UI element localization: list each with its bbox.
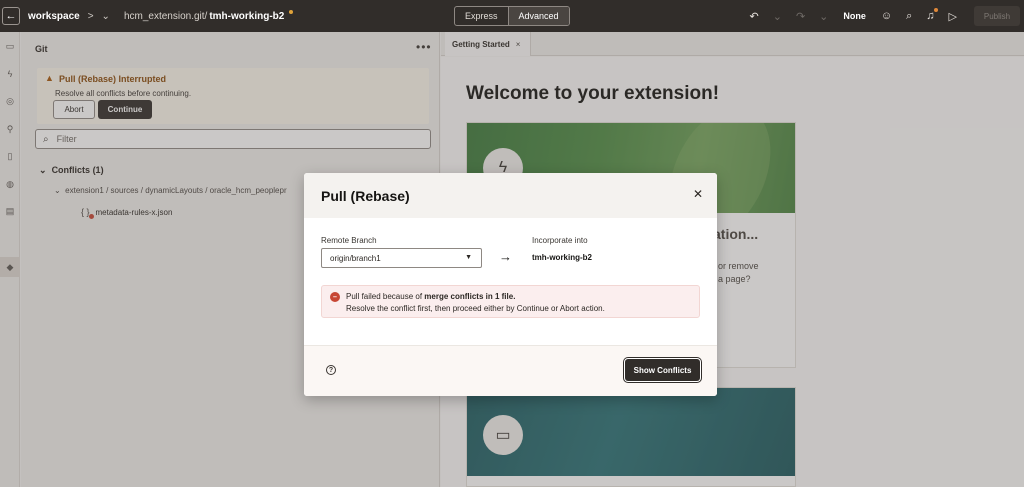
remote-branch-label: Remote Branch	[321, 236, 377, 245]
close-icon[interactable]: ✕	[693, 187, 703, 201]
publish-button[interactable]: Publish	[974, 6, 1020, 26]
chevron-down-icon[interactable]: ⌄	[819, 10, 828, 23]
error-emphasis: merge conflicts in 1 file.	[424, 292, 516, 301]
workspace-dropdown-icon[interactable]: ⌄	[102, 11, 110, 22]
caret-down-icon: ▼	[465, 254, 472, 261]
back-button[interactable]: ←	[2, 7, 20, 25]
undo-icon[interactable]: ↶	[750, 10, 759, 23]
redo-icon[interactable]: ↷	[796, 10, 805, 23]
arrow-left-icon: ←	[5, 10, 17, 22]
pull-rebase-dialog: Pull (Rebase) ✕ Remote Branch origin/bra…	[304, 173, 717, 396]
branch-name: tmh-working-b2	[209, 10, 285, 22]
remote-branch-select[interactable]: origin/branch1 ▼	[321, 248, 482, 268]
mode-toggle: Express Advanced	[454, 6, 570, 26]
chevron-right-icon: >	[87, 10, 94, 22]
incorporate-value: tmh-working-b2	[532, 253, 592, 262]
mode-advanced-button[interactable]: Advanced	[507, 7, 569, 25]
dialog-body: Remote Branch origin/branch1 ▼ → Incorpo…	[304, 218, 717, 345]
unsaved-indicator	[289, 10, 294, 14]
search-icon[interactable]: ⌕	[906, 10, 912, 23]
dialog-title: Pull (Rebase)	[321, 188, 410, 204]
error-line-2: Resolve the conflict first, then proceed…	[346, 304, 605, 313]
bell-icon[interactable]: ♫	[926, 8, 938, 22]
mode-express-button[interactable]: Express	[455, 7, 508, 25]
error-icon: –	[330, 292, 340, 302]
top-bar: ← workspace > ⌄ hcm_extension.git/tmh-wo…	[0, 0, 1024, 32]
incorporate-label: Incorporate into	[532, 236, 588, 245]
remote-branch-value: origin/branch1	[330, 253, 381, 263]
dialog-header: Pull (Rebase) ✕	[304, 173, 717, 218]
top-bar-actions: ↶ ⌄ ↷ ⌄ None ☺ ⌕ ♫ ▷ Publish	[743, 0, 1024, 32]
chevron-down-icon[interactable]: ⌄	[773, 10, 782, 23]
workspace-label[interactable]: workspace	[28, 11, 80, 22]
help-icon[interactable]: ?	[326, 365, 336, 375]
error-line-1: Pull failed because of merge conflicts i…	[346, 292, 516, 301]
repo-path: hcm_extension.git/tmh-working-b2	[123, 10, 285, 22]
arrow-right-icon: →	[499, 249, 512, 264]
emoji-icon[interactable]: ☺	[881, 10, 892, 22]
show-conflicts-button[interactable]: Show Conflicts	[625, 359, 700, 381]
play-icon[interactable]: ▷	[949, 10, 957, 23]
dialog-footer: ? Show Conflicts	[304, 345, 717, 396]
selector-value[interactable]: None	[843, 11, 866, 21]
error-message: – Pull failed because of merge conflicts…	[321, 285, 700, 318]
